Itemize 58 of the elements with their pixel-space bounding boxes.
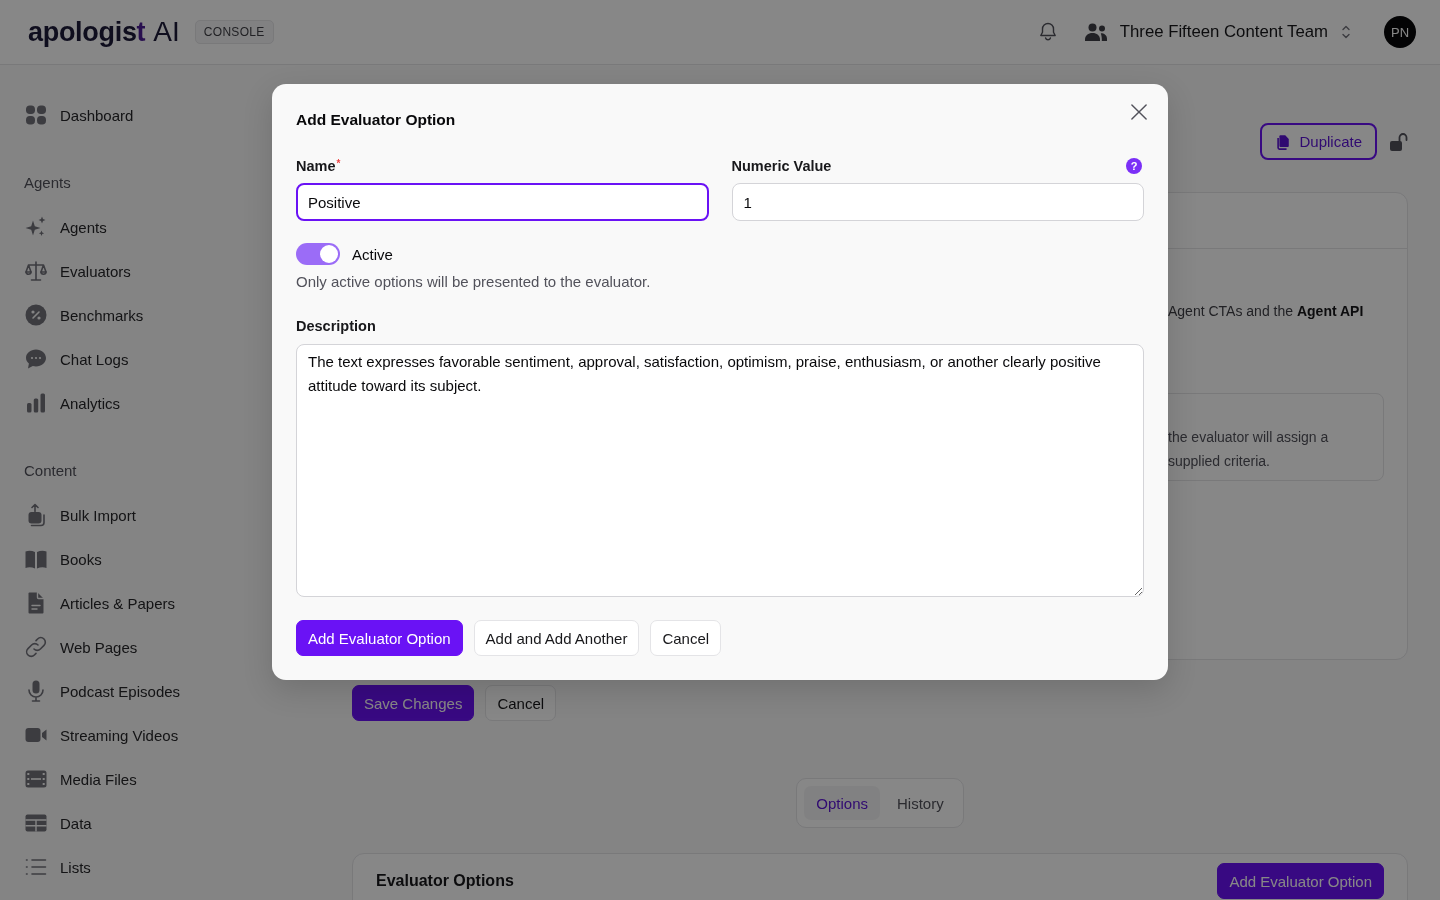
notifications-bell-icon[interactable] <box>1037 22 1058 42</box>
link-icon <box>24 635 48 659</box>
sidebar-item[interactable]: Podcast Episodes <box>24 669 181 713</box>
sidebar-item[interactable]: Media Files <box>24 757 137 801</box>
percent-badge-icon <box>24 303 48 327</box>
unlocked-padlock-icon[interactable] <box>1390 131 1408 152</box>
add-option-button[interactable]: Add Evaluator Option <box>1217 863 1384 899</box>
form-action-button[interactable]: Save Changes <box>352 685 475 721</box>
sidebar-item[interactable]: Streaming Videos <box>24 713 179 757</box>
availability-text: Agent CTAs and the Agent API <box>1168 302 1365 321</box>
sidebar-item[interactable]: Data <box>24 801 92 845</box>
sidebar-item[interactable]: Analytics <box>24 381 121 425</box>
form-action-button[interactable]: Cancel <box>485 685 557 721</box>
tab[interactable]: Options <box>804 786 880 820</box>
logo-suffix: AI <box>153 15 180 49</box>
description-textarea[interactable]: The text expresses favorable sentiment, approval, satisfaction, optimism, praise, enthusiasm, or another clearly positive attitude toward its subject. <box>296 344 1144 597</box>
sidebar-item[interactable]: Articles & Papers <box>24 581 176 625</box>
chevron-up-down-icon <box>1340 24 1352 40</box>
help-icon[interactable]: ? <box>1126 158 1142 174</box>
dialog-button[interactable]: Add and Add Another <box>473 620 640 656</box>
sidebar-item[interactable]: Web Pages <box>24 625 138 669</box>
sidebar-item[interactable]: Evaluators <box>24 249 131 293</box>
dialog-button[interactable]: Cancel <box>650 620 722 656</box>
dialog-button[interactable]: Add Evaluator Option <box>296 620 463 656</box>
sidebar-item[interactable]: Books <box>24 537 102 581</box>
team-switcher[interactable]: Three Fifteen Content Team <box>1084 22 1352 42</box>
field-label: Numeric Value <box>731 157 832 176</box>
console-badge: CONSOLE <box>194 20 274 44</box>
chat-bubble-icon <box>24 347 48 371</box>
field-label: Description <box>296 317 376 336</box>
sidebar-item[interactable]: Bulk Import <box>24 493 136 537</box>
scale-icon <box>24 259 48 283</box>
sidebar-item[interactable]: Benchmarks <box>24 293 144 337</box>
copy-icon <box>1275 133 1292 150</box>
text-input[interactable]: Positive <box>296 183 709 221</box>
sidebar-section-heading: Agents <box>24 173 71 193</box>
users-icon <box>1084 23 1107 41</box>
tab[interactable]: History <box>885 786 956 820</box>
info-text: the evaluator will assign a <box>1168 428 1330 447</box>
toggle-label: Active <box>352 245 393 263</box>
text-input[interactable]: 1 <box>731 183 1144 221</box>
sidebar-section-heading: Content <box>24 461 77 481</box>
close-icon[interactable] <box>1131 104 1147 120</box>
card-title: Evaluator Options <box>376 872 514 890</box>
user-avatar[interactable]: PN <box>1384 16 1416 48</box>
grid-icon <box>24 103 48 127</box>
sidebar-item[interactable]: Chat Logs <box>24 337 129 381</box>
toggle-switch[interactable] <box>296 243 340 265</box>
bar-chart-icon <box>24 391 48 415</box>
field-label: Name$^{*}$ <box>296 157 341 176</box>
info-text: supplied criteria. <box>1168 452 1271 471</box>
sidebar-item[interactable]: Lists <box>24 845 91 889</box>
sidebar-item[interactable]: Agents <box>24 205 107 249</box>
sidebar-item[interactable]: Dashboard <box>24 93 134 137</box>
dialog-title: Add Evaluator Option <box>296 110 456 130</box>
duplicate-button[interactable]: Duplicate <box>1260 123 1377 160</box>
hint-text: Only active options will be presented to the evaluator. <box>296 272 651 292</box>
logo-wordmark: apologist <box>28 16 146 49</box>
